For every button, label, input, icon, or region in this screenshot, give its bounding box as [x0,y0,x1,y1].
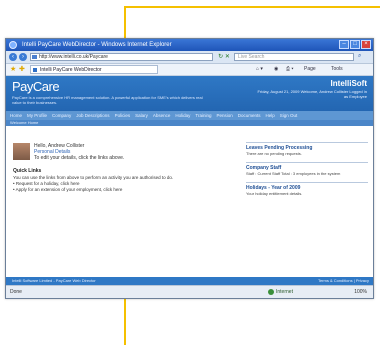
tools-menu[interactable]: Tools [331,66,343,73]
pending-leaves-box: Leaves Pending Processing There are no p… [246,142,368,156]
status-bar: Done Internet 100% [6,285,373,298]
window-controls: – □ × [339,40,371,49]
security-zone: Internet [268,286,293,298]
title-bar: Intelli PayCare WebDirector - Windows In… [6,39,373,51]
nav-item[interactable]: Policies [115,111,131,120]
nav-item[interactable]: Holiday [175,111,190,120]
page-menu[interactable]: Page [304,66,316,73]
site-tagline: PayCare is a comprehensive HR management… [12,95,203,105]
status-text: Done [10,289,22,295]
search-input[interactable]: Live Search [234,53,354,61]
welcome-note: To edit your details, click the links ab… [34,155,125,161]
main-content: Hello, Andrew Collister Personal Details… [6,138,373,264]
window-title: Intelli PayCare WebDirector - Windows In… [22,42,172,48]
maximize-button[interactable]: □ [350,40,360,49]
nav-item[interactable]: Absence [153,111,171,120]
quick-links-title: Quick Links [13,168,42,174]
nav-item[interactable]: Pension [216,111,232,120]
add-favorites-icon[interactable]: ✚ [19,66,25,73]
favorites-star-icon[interactable]: ★ [10,66,16,73]
back-button[interactable]: ‹ [9,53,17,61]
ie-logo-icon [9,41,17,49]
box-text: Your holiday entitlement details. [246,191,303,196]
nav-item[interactable]: Job Descriptions [76,111,109,120]
holidays-box: Holidays - Year of 2009 Your holiday ent… [246,182,368,196]
forward-button[interactable]: › [19,53,27,61]
feeds-icon[interactable]: ◉ [274,66,278,73]
favicon-icon [33,68,37,72]
nav-item[interactable]: My Profile [27,111,47,120]
tab-bar: ★ ✚ Intelli PayCare WebDirector ⌂ ▾ ◉ ⎙ … [6,64,373,76]
url-text: http://www.intelli.co.uk/Paycare [39,54,108,60]
breadcrumb: Welcome Home [6,120,373,126]
nav-item[interactable]: Salary [135,111,148,120]
box-text: There are no pending requests. [246,151,302,156]
refresh-icon[interactable]: ↻ ✕ [216,53,232,61]
site-footer: Intelli Software Limited - PayCare Web D… [6,277,373,285]
callout-line-top-vertical [124,6,126,38]
callout-line-top-horizontal [124,6,380,8]
home-icon[interactable]: ⌂ ▾ [256,66,263,73]
footer-left: Intelli Software Limited - PayCare Web D… [12,278,96,283]
tab-label: Intelli PayCare WebDirector [40,67,102,73]
site-logo[interactable]: PayCare [12,79,60,94]
box-text: Staff : Current Staff Total : 3 employee… [246,171,341,176]
welcome-block: Hello, Andrew Collister Personal Details… [34,143,224,161]
footer-links[interactable]: Terms & Conditions | Privacy [318,277,369,285]
nav-item[interactable]: Training [195,111,211,120]
page-icon [32,55,37,59]
nav-item[interactable]: Help [266,111,275,120]
nav-item[interactable]: Company [52,111,71,120]
browser-window: Intelli PayCare WebDirector - Windows In… [5,38,374,299]
right-column: Leaves Pending Processing There are no p… [246,142,368,202]
callout-line-bottom-vertical [124,297,126,345]
nav-item[interactable]: Documents [238,111,261,120]
address-bar: ‹ › http://www.intelli.co.uk/Paycare ↻ ✕… [6,51,373,64]
avatar [13,143,30,160]
zoom-level[interactable]: 100% [354,286,367,298]
site-header: PayCare PayCare is a comprehensive HR ma… [6,76,373,111]
minimize-button[interactable]: – [339,40,349,49]
search-placeholder: Live Search [238,54,265,60]
nav-item[interactable]: Sign Out [280,111,298,120]
quick-link-item[interactable]: • Apply for an extension of your employm… [13,187,238,193]
url-field[interactable]: http://www.intelli.co.uk/Paycare [30,53,213,61]
print-icon[interactable]: ⎙ ▾ [286,66,294,73]
quick-links-text: You can use the links from above to perf… [13,175,238,193]
globe-icon [268,288,274,295]
close-button[interactable]: × [361,40,371,49]
site-nav: Home My Profile Company Job Descriptions… [6,111,373,120]
search-icon[interactable]: ⌕ [358,53,361,60]
user-info: Friday, August 21, 2009 Welcome, Andrew … [257,89,367,99]
tab-paycare[interactable]: Intelli PayCare WebDirector [30,65,158,74]
brand-logo: IntelliSoft [330,79,367,88]
company-staff-box: Company Staff Staff : Current Staff Tota… [246,162,368,176]
nav-item[interactable]: Home [10,111,22,120]
